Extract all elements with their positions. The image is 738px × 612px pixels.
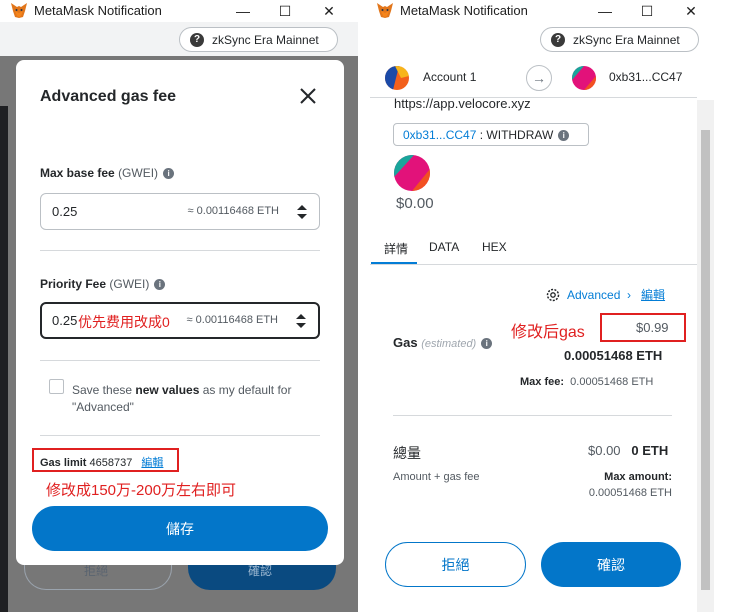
title-bar: MetaMask Notification — ☐ ✕ bbox=[366, 0, 721, 22]
save-default-text: Save these new values as my default for … bbox=[72, 383, 292, 414]
title-bar: MetaMask Notification — ☐ ✕ bbox=[0, 0, 358, 22]
gas-label: Gas (estimated) i bbox=[393, 335, 493, 350]
stepper-icon[interactable] bbox=[296, 314, 306, 328]
window-title: MetaMask Notification bbox=[400, 3, 528, 18]
save-default-checkbox[interactable] bbox=[49, 379, 64, 394]
contract-address[interactable]: 0xb31...CC47 bbox=[403, 128, 476, 142]
max-fee-row: Max fee: 0.00051468 ETH bbox=[520, 376, 654, 388]
active-tab-indicator bbox=[371, 262, 417, 264]
transaction-amount: $0.00 bbox=[396, 195, 434, 212]
total-subtitle: Amount + gas fee bbox=[393, 471, 480, 483]
confirm-button[interactable]: 確認 bbox=[541, 542, 681, 587]
gas-limit-annotation: 修改成150万-200万左右即可 bbox=[46, 482, 237, 499]
gas-limit-label: Gas limit bbox=[40, 457, 87, 469]
tab-data[interactable]: DATA bbox=[429, 240, 459, 254]
gas-limit-value: 4658737 bbox=[89, 457, 133, 469]
maximize-button[interactable]: ☐ bbox=[262, 0, 308, 22]
gas-usd-value: $0.99 bbox=[636, 320, 669, 335]
info-icon[interactable]: i bbox=[163, 168, 175, 179]
gas-eth-value: 0.00051468 ETH bbox=[564, 348, 663, 363]
network-name: zkSync Era Mainnet bbox=[212, 32, 319, 47]
minimize-button[interactable]: — bbox=[582, 0, 628, 22]
tab-bar bbox=[370, 231, 697, 265]
max-base-fee-eth: ≈ 0.00116468 ETH bbox=[187, 205, 279, 217]
modal-title: Advanced gas fee bbox=[40, 88, 177, 105]
network-unknown-icon: ? bbox=[551, 32, 565, 47]
left-metamask-window: MetaMask Notification — ☐ ✕ ? zkSync Era… bbox=[0, 0, 358, 612]
max-base-fee-label: Max base fee (GWEI) i bbox=[40, 166, 175, 180]
priority-fee-input[interactable]: 0.25 优先费用改成0 ≈ 0.00116468 ETH bbox=[40, 302, 320, 339]
total-value: $0.00 0 ETH bbox=[588, 443, 669, 458]
close-window-button[interactable]: ✕ bbox=[668, 0, 714, 22]
tab-details[interactable]: 詳情 bbox=[384, 240, 408, 257]
gas-limit-row: Gas limit 4658737 編輯 bbox=[32, 448, 179, 472]
edit-link[interactable]: 編輯 bbox=[641, 288, 665, 302]
metamask-fox-icon bbox=[11, 3, 27, 18]
stepper-icon[interactable] bbox=[297, 205, 307, 219]
maximize-button[interactable]: ☐ bbox=[624, 0, 670, 22]
advanced-link[interactable]: Advanced › 編輯 bbox=[567, 286, 665, 303]
max-base-fee-input[interactable]: 0.25 ≈ 0.00116468 ETH bbox=[40, 193, 320, 230]
network-unknown-icon: ? bbox=[190, 32, 204, 47]
network-selector[interactable]: ? zkSync Era Mainnet bbox=[540, 27, 699, 52]
divider bbox=[40, 360, 320, 361]
network-name: zkSync Era Mainnet bbox=[573, 32, 680, 47]
info-icon[interactable]: i bbox=[558, 130, 570, 141]
from-account-name[interactable]: Account 1 bbox=[423, 70, 476, 84]
background-edge bbox=[0, 106, 8, 612]
info-icon[interactable]: i bbox=[154, 279, 166, 290]
advanced-gas-fee-modal: Advanced gas fee Max base fee (GWEI) i 0.… bbox=[16, 60, 344, 565]
total-label: 總量 bbox=[393, 445, 421, 461]
tab-hex[interactable]: HEX bbox=[482, 240, 507, 254]
method-name: : WITHDRAW bbox=[479, 128, 554, 142]
window-title: MetaMask Notification bbox=[34, 3, 162, 18]
gas-limit-edit-link[interactable]: 編輯 bbox=[141, 457, 163, 469]
reject-button[interactable]: 拒絕 bbox=[385, 542, 526, 587]
arrow-right-icon: → bbox=[526, 65, 552, 91]
priority-fee-annotation: 优先费用改成0 bbox=[78, 314, 170, 330]
origin-url: https://app.velocore.xyz bbox=[394, 96, 531, 111]
network-selector[interactable]: ? zkSync Era Mainnet bbox=[179, 27, 338, 52]
metamask-fox-icon bbox=[377, 3, 393, 18]
priority-fee-label: Priority Fee (GWEI) i bbox=[40, 277, 166, 291]
priority-fee-value[interactable]: 0.25 bbox=[52, 313, 77, 328]
max-base-fee-value[interactable]: 0.25 bbox=[52, 204, 77, 219]
contract-method-badge[interactable]: 0xb31...CC47 : WITHDRAW i bbox=[393, 123, 589, 146]
divider bbox=[393, 415, 672, 416]
divider bbox=[40, 250, 320, 251]
max-amount: Max amount: 0.00051468 ETH bbox=[588, 471, 672, 499]
gas-annotation: 修改后gas bbox=[511, 324, 585, 341]
minimize-button[interactable]: — bbox=[220, 0, 266, 22]
save-button[interactable]: 儲存 bbox=[32, 506, 328, 551]
recipient-avatar bbox=[572, 66, 596, 90]
info-icon[interactable]: i bbox=[481, 338, 493, 349]
token-avatar bbox=[394, 155, 430, 191]
scrollbar-thumb[interactable] bbox=[701, 130, 710, 590]
gear-icon bbox=[546, 288, 560, 302]
close-window-button[interactable]: ✕ bbox=[306, 0, 352, 22]
account-avatar bbox=[385, 66, 409, 90]
close-icon[interactable] bbox=[298, 86, 318, 106]
recipient-address[interactable]: 0xb31...CC47 bbox=[609, 70, 682, 84]
divider bbox=[40, 435, 320, 436]
priority-fee-eth: ≈ 0.00116468 ETH bbox=[186, 314, 278, 326]
